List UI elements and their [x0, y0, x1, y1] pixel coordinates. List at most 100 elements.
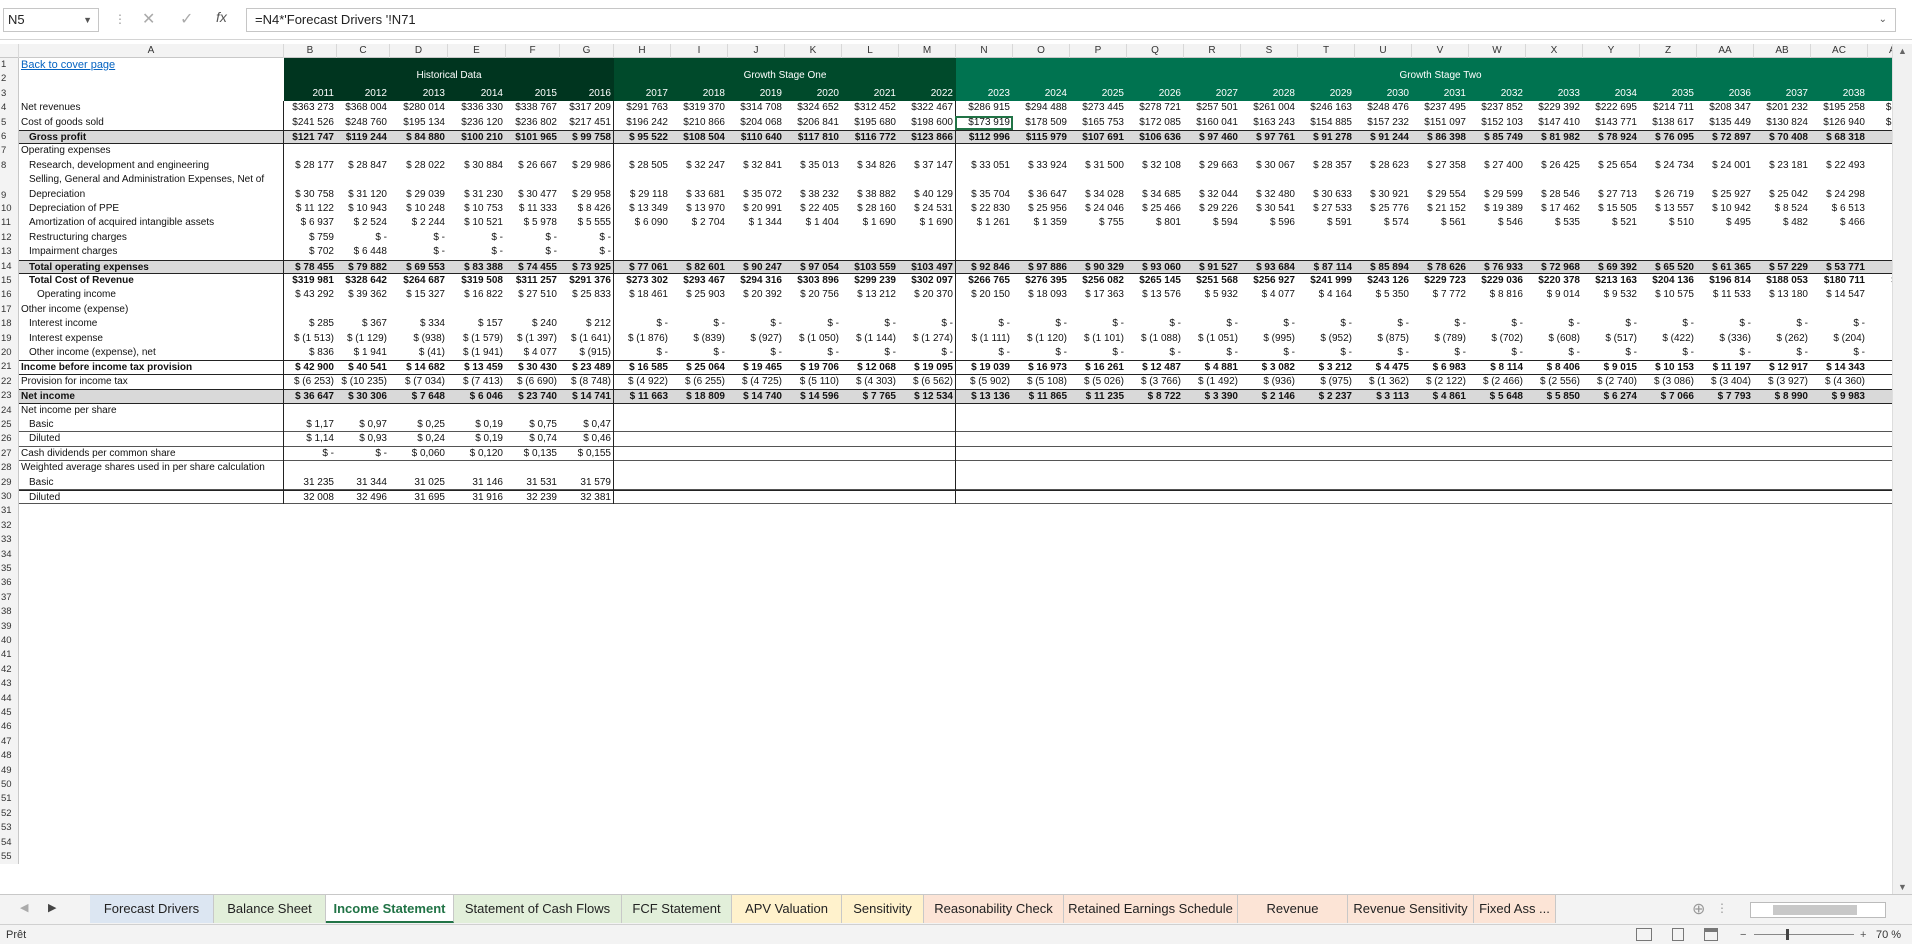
data-cell[interactable]: $ 14 596	[785, 390, 842, 402]
data-cell[interactable]: $ 28 546	[1526, 188, 1583, 202]
row-header[interactable]: 17	[0, 302, 19, 318]
row-header[interactable]: 38	[0, 605, 19, 620]
data-cell[interactable]: $108 504	[671, 131, 728, 143]
row-header[interactable]: 21	[0, 360, 19, 375]
data-cell[interactable]: $ -	[390, 231, 448, 245]
year-header[interactable]: 2022	[899, 87, 956, 103]
row-label[interactable]: Selling, General and Administration Expe…	[19, 173, 284, 202]
data-cell[interactable]: $ 28 160	[842, 202, 899, 216]
sheet-tab[interactable]: Forecast Drivers	[90, 895, 214, 923]
data-cell[interactable]: $265 145	[1127, 274, 1184, 288]
data-cell[interactable]: $ 0,155	[560, 447, 614, 460]
data-cell[interactable]: $ 21 152	[1412, 202, 1469, 216]
column-header-t[interactable]: T	[1298, 44, 1355, 58]
data-cell[interactable]: $ 4 8	[1868, 202, 1892, 216]
data-cell[interactable]: $ (5 902)	[956, 375, 1013, 389]
data-cell[interactable]: $210 866	[671, 116, 728, 130]
row-label[interactable]: Net income per share	[19, 404, 284, 418]
year-header[interactable]: 2020	[785, 87, 842, 103]
column-header-w[interactable]: W	[1469, 44, 1526, 58]
enter-icon[interactable]: ✓	[180, 9, 193, 29]
data-cell[interactable]: $ 61 365	[1697, 261, 1754, 273]
row-label[interactable]: Interest income	[19, 317, 284, 331]
data-cell[interactable]: $ 157	[448, 317, 506, 331]
data-cell[interactable]: $ -	[1583, 317, 1640, 331]
data-cell[interactable]: $ 9 014	[1526, 288, 1583, 302]
row-header[interactable]: 41	[0, 648, 19, 663]
data-cell[interactable]: $ (1 051)	[1184, 332, 1241, 346]
data-cell[interactable]: $314 708	[728, 101, 785, 115]
data-cell[interactable]: $188 87	[1868, 101, 1892, 115]
data-cell[interactable]: $ (952)	[1298, 332, 1355, 346]
data-cell[interactable]: $ 20 370	[899, 288, 956, 302]
data-cell[interactable]: $ 13 459	[448, 361, 506, 373]
data-cell[interactable]: $ 29 663	[1184, 159, 1241, 173]
year-header[interactable]: 2035	[1640, 87, 1697, 103]
data-cell[interactable]: $ (1 641)	[560, 332, 614, 346]
data-cell[interactable]: $ 40 541	[337, 361, 390, 373]
data-cell[interactable]: 32 381	[560, 491, 614, 503]
row-header[interactable]: 34	[0, 547, 19, 562]
row-label[interactable]: Total operating expenses	[19, 261, 284, 273]
data-cell[interactable]: $ 285	[284, 317, 337, 331]
data-cell[interactable]: $ 32 044	[1184, 188, 1241, 202]
data-cell[interactable]: $256 082	[1070, 274, 1127, 288]
data-cell[interactable]: $ (3 766)	[1127, 375, 1184, 389]
row-label[interactable]: Amortization of acquired intangible asse…	[19, 216, 284, 230]
data-cell[interactable]: $ 28 177	[284, 159, 337, 173]
data-cell[interactable]: $ -	[1127, 317, 1184, 331]
data-cell[interactable]: $ 594	[1184, 216, 1241, 230]
data-cell[interactable]: $ -	[337, 231, 390, 245]
data-cell[interactable]: $ 1 359	[1013, 216, 1070, 230]
row-label[interactable]: Net revenues	[19, 101, 284, 115]
data-cell[interactable]: $ 68 318	[1811, 131, 1868, 143]
row-header[interactable]: 15	[0, 274, 19, 289]
data-cell[interactable]: $ (995)	[1241, 332, 1298, 346]
data-cell[interactable]: $ 17 363	[1070, 288, 1127, 302]
row-header[interactable]: 24	[0, 403, 19, 418]
data-cell[interactable]: $ 35 013	[785, 159, 842, 173]
data-cell[interactable]: $ 13 136	[956, 390, 1013, 402]
data-cell[interactable]: $ 535	[1526, 216, 1583, 230]
data-cell[interactable]: $ 27 713	[1583, 188, 1640, 202]
data-cell[interactable]: $236 120	[448, 116, 506, 130]
data-cell[interactable]: $ 495	[1697, 216, 1754, 230]
column-header-a[interactable]: A	[19, 44, 284, 58]
row-header[interactable]: 37	[0, 590, 19, 606]
data-cell[interactable]: $ 37 147	[899, 159, 956, 173]
data-cell[interactable]: $248 760	[337, 116, 390, 130]
data-cell[interactable]: $ 19 389	[1469, 202, 1526, 216]
scroll-up-icon[interactable]: ▲	[1898, 46, 1907, 56]
data-cell[interactable]: $ 19 039	[956, 361, 1013, 373]
data-cell[interactable]: $ -	[1754, 346, 1811, 360]
data-cell[interactable]: $ 32 247	[671, 159, 728, 173]
data-cell[interactable]: $ 367	[337, 317, 390, 331]
row-header[interactable]: 36	[0, 576, 19, 591]
data-cell[interactable]: $ 8 426	[560, 202, 614, 216]
data-cell[interactable]: $ -	[728, 346, 785, 360]
data-cell[interactable]: $294 488	[1013, 101, 1070, 115]
data-cell[interactable]: $ 10 6	[1868, 390, 1892, 402]
year-header[interactable]: 2028	[1241, 87, 1298, 103]
data-cell[interactable]: $ 11 663	[614, 390, 671, 402]
data-cell[interactable]: $201 232	[1754, 101, 1811, 115]
row-header[interactable]: 50	[0, 778, 19, 793]
row-header[interactable]: 49	[0, 763, 19, 778]
data-cell[interactable]: $ -	[1640, 317, 1697, 331]
data-cell[interactable]: $ 521	[1583, 216, 1640, 230]
column-header-i[interactable]: I	[671, 44, 728, 58]
data-cell[interactable]: $ 72 968	[1526, 261, 1583, 273]
column-header-x[interactable]: X	[1526, 44, 1583, 58]
data-cell[interactable]: $ (3 404)	[1697, 375, 1754, 389]
data-cell[interactable]: $ 39 362	[337, 288, 390, 302]
row-header[interactable]: 18	[0, 317, 19, 332]
row-header[interactable]: 9	[0, 173, 19, 202]
data-cell[interactable]: $ 78 455	[284, 261, 337, 273]
data-cell[interactable]: $237 495	[1412, 101, 1469, 115]
data-cell[interactable]: $ 2 704	[671, 216, 728, 230]
data-cell[interactable]: $122 75	[1868, 116, 1892, 130]
data-cell[interactable]: $ (1 120)	[1013, 332, 1070, 346]
row-label[interactable]: Total Cost of Revenue	[19, 274, 284, 288]
data-cell[interactable]: $ 32 841	[728, 159, 785, 173]
data-cell[interactable]: $ 29 554	[1412, 188, 1469, 202]
